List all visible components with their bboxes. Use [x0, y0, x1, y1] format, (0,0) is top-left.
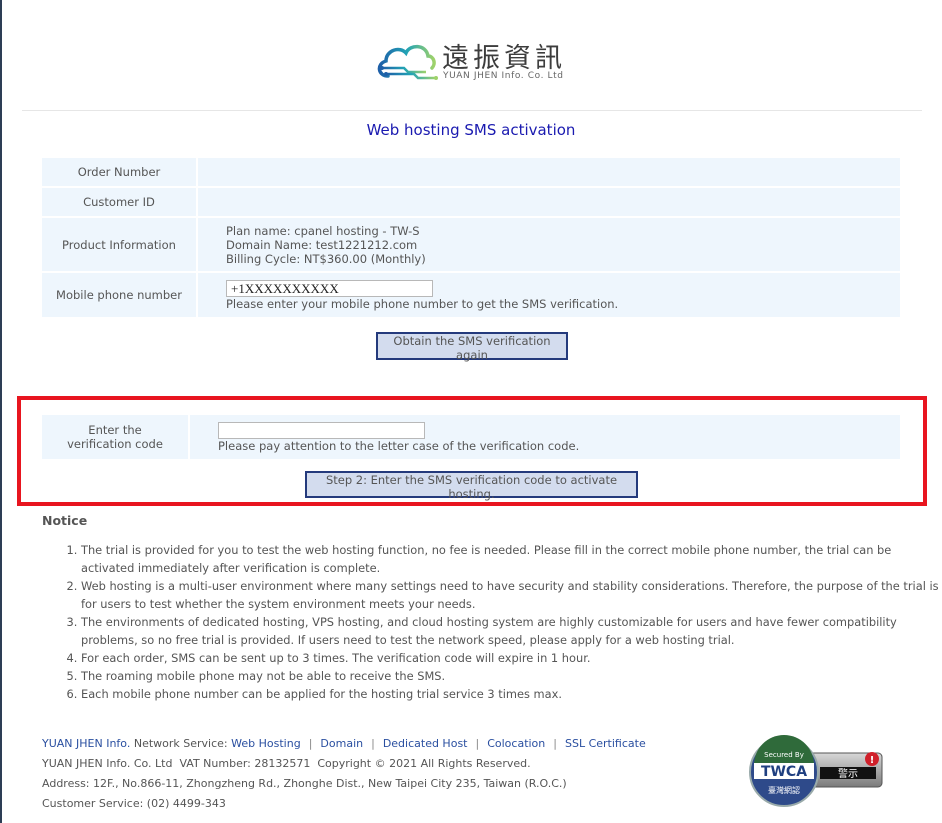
brand-name-en: YUAN JHEN Info. Co. Ltd [443, 71, 564, 81]
brand-name-cn: 遠振資訊 [442, 43, 566, 74]
product-information-label: Product Information [42, 218, 198, 273]
footer-link-domain[interactable]: Domain [320, 737, 363, 750]
badge-org-text: TWCA [761, 764, 807, 780]
separator: | [553, 737, 557, 750]
mobile-phone-hint: Please enter your mobile phone number to… [226, 296, 619, 311]
domain-name: Domain Name: test1221212.com [226, 237, 418, 252]
header-divider [22, 110, 922, 111]
notice-item: Each mobile phone number can be applied … [81, 685, 941, 703]
badge-warning-text: 警示 [838, 767, 858, 780]
product-information-value: Plan name: cpanel hosting - TW-S Domain … [198, 218, 900, 273]
resend-sms-button[interactable]: Obtain the SMS verification again [376, 332, 568, 362]
table-row-verification-code: Enter the verification code Please pay a… [42, 415, 900, 459]
twca-seal-icon: 警示 ! TWCA Secured By 臺灣網認 [749, 735, 883, 807]
twca-secured-badge[interactable]: 警示 ! TWCA Secured By 臺灣網認 [748, 735, 884, 809]
notice-item: The trial is provided for you to test th… [81, 541, 941, 577]
page-title: Web hosting SMS activation [366, 121, 576, 139]
customer-service: Customer Service: (02) 4499-343 [42, 797, 226, 810]
activate-hosting-button[interactable]: Step 2: Enter the SMS verification code … [305, 471, 638, 501]
company-link[interactable]: YUAN JHEN Info. [42, 737, 130, 750]
verification-table: Enter the verification code Please pay a… [42, 415, 900, 459]
plan-name: Plan name: cpanel hosting - TW-S [226, 223, 420, 238]
footer-link-colocation[interactable]: Colocation [487, 737, 545, 750]
cloud-circuit-logo-icon [377, 44, 438, 80]
brand-logo[interactable]: 遠振資訊 YUAN JHEN Info. Co. Ltd [374, 38, 574, 88]
separator: | [371, 737, 375, 750]
footer-links-line: YUAN JHEN Info. Network Service: Web Hos… [42, 734, 646, 754]
table-row-mobile-phone: Mobile phone number Please enter your mo… [42, 273, 900, 317]
company-address: Address: 12F., No.866-11, Zhongzheng Rd.… [42, 777, 567, 790]
verification-code-label: Enter the verification code [42, 415, 190, 459]
verification-code-cell: Please pay attention to the letter case … [190, 415, 900, 459]
network-service-label: Network Service: [133, 737, 228, 750]
verification-code-hint: Please pay attention to the letter case … [218, 438, 580, 453]
table-row-order-number: Order Number [42, 158, 900, 188]
customer-id-label: Customer ID [42, 188, 198, 218]
verification-code-input[interactable] [218, 421, 425, 439]
mobile-phone-input[interactable] [226, 279, 433, 297]
notice-heading: Notice [42, 513, 88, 528]
badge-secured-text: Secured By [764, 751, 804, 759]
badge-org-cn-text: 臺灣網認 [768, 785, 800, 795]
footer-link-dedicated-host[interactable]: Dedicated Host [383, 737, 468, 750]
notice-item: The environments of dedicated hosting, V… [81, 613, 941, 649]
order-info-table: Order Number Customer ID Product Informa… [42, 158, 900, 317]
billing-cycle: Billing Cycle: NT$360.00 (Monthly) [226, 251, 426, 266]
customer-id-value [198, 188, 900, 218]
separator: | [308, 737, 313, 750]
table-row-product-information: Product Information Plan name: cpanel ho… [42, 218, 900, 273]
notice-item: The roaming mobile phone may not be able… [81, 667, 941, 685]
mobile-phone-label: Mobile phone number [42, 273, 198, 317]
notice-item: For each order, SMS can be sent up to 3 … [81, 649, 941, 667]
company-info: YUAN JHEN Info. Co. Ltd VAT Number: 2813… [42, 757, 531, 770]
order-number-value [198, 158, 900, 188]
svg-text:!: ! [870, 755, 875, 766]
mobile-phone-cell: Please enter your mobile phone number to… [198, 273, 900, 317]
notice-list: The trial is provided for you to test th… [42, 541, 941, 703]
footer-link-web-hosting[interactable]: Web Hosting [231, 737, 301, 750]
separator: | [475, 737, 480, 750]
footer-link-ssl-certificate[interactable]: SSL Certificate [565, 737, 646, 750]
notice-item: Web hosting is a multi-user environment … [81, 577, 941, 613]
table-row-customer-id: Customer ID [42, 188, 900, 218]
footer: YUAN JHEN Info. Network Service: Web Hos… [42, 734, 646, 814]
order-number-label: Order Number [42, 158, 198, 188]
